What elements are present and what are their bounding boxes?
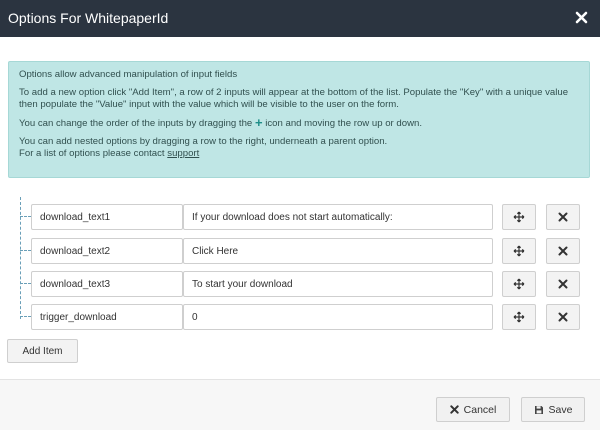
close-icon[interactable] (570, 6, 592, 28)
save-label: Save (548, 403, 573, 416)
support-link[interactable]: support (167, 148, 199, 159)
info-line-2: To add a new option click "Add Item", a … (19, 87, 569, 110)
dialog-header: Options For WhitepaperId (0, 0, 600, 37)
move-icon[interactable] (502, 204, 536, 230)
option-value-input[interactable] (183, 271, 493, 297)
option-key-input[interactable] (31, 204, 183, 230)
info-line-3-after: icon and moving the row up or down. (265, 118, 423, 129)
tree-connector (20, 316, 31, 317)
tree-connector (20, 283, 31, 284)
option-value-input[interactable] (183, 304, 493, 330)
tree-connector (20, 216, 31, 217)
move-icon[interactable] (502, 238, 536, 264)
info-line-1: Options allow advanced manipulation of i… (19, 69, 238, 80)
dialog-footer: Cancel Save (0, 380, 600, 430)
save-button[interactable]: Save (521, 397, 585, 422)
move-icon[interactable] (502, 304, 536, 330)
cancel-label: Cancel (463, 403, 497, 416)
option-row[interactable] (7, 204, 597, 230)
drag-plus-icon: + (254, 115, 263, 130)
options-list (7, 187, 597, 363)
info-line-5: For a list of options please contact sup… (19, 148, 579, 160)
info-panel: Options allow advanced manipulation of i… (8, 61, 590, 178)
option-value-input[interactable] (183, 204, 493, 230)
option-value-input[interactable] (183, 238, 493, 264)
cancel-button[interactable]: Cancel (436, 397, 510, 422)
option-row[interactable] (7, 271, 597, 297)
add-item-button[interactable]: Add Item (7, 339, 78, 363)
option-row[interactable] (7, 304, 597, 330)
delete-icon[interactable] (546, 204, 580, 230)
delete-icon[interactable] (546, 238, 580, 264)
save-icon (534, 405, 543, 414)
tree-connector (20, 250, 31, 251)
info-line-5-before: For a list of options please contact (19, 148, 165, 159)
move-icon[interactable] (502, 271, 536, 297)
delete-icon[interactable] (546, 304, 580, 330)
info-line-4: You can add nested options by dragging a… (19, 136, 388, 147)
option-key-input[interactable] (31, 238, 183, 264)
option-row[interactable] (7, 238, 597, 264)
dialog-title: Options For WhitepaperId (8, 10, 169, 26)
option-key-input[interactable] (31, 304, 183, 330)
cancel-x-icon (449, 405, 459, 414)
option-key-input[interactable] (31, 271, 183, 297)
delete-icon[interactable] (546, 271, 580, 297)
info-line-3-before: You can change the order of the inputs b… (19, 118, 253, 129)
info-line-3: You can change the order of the inputs b… (19, 115, 579, 130)
